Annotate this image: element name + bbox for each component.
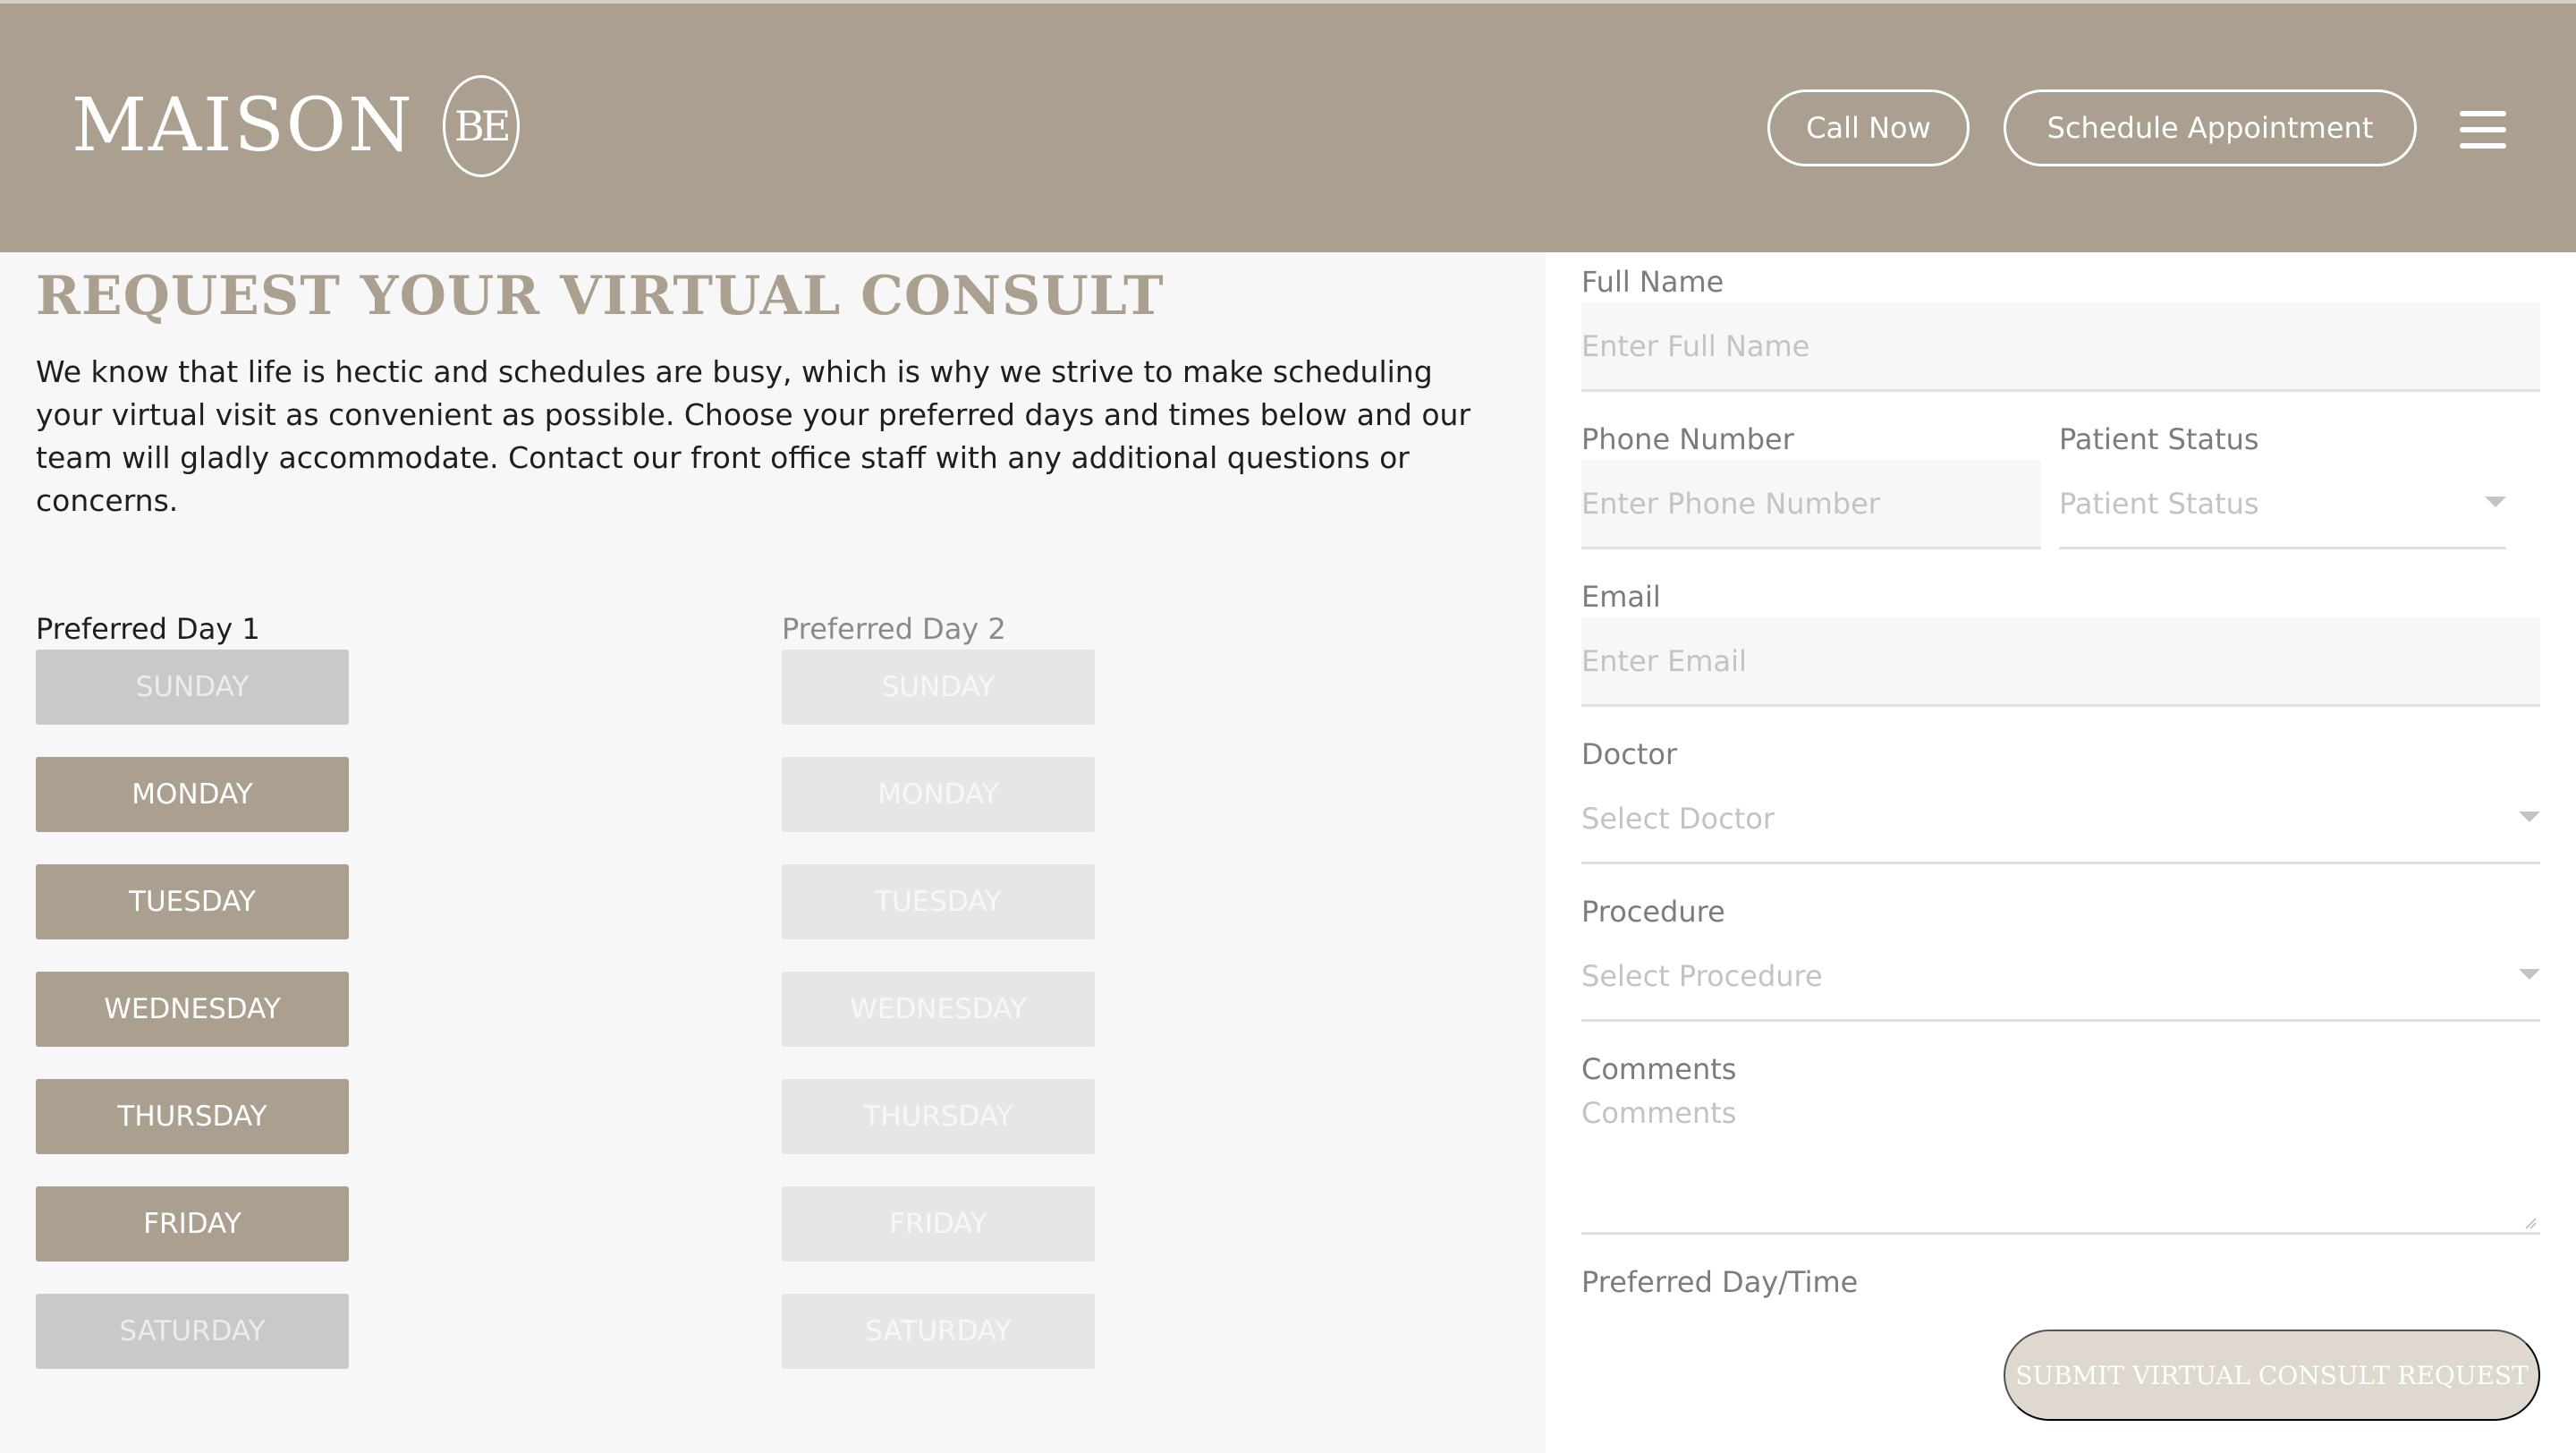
patient-status-placeholder: Patient Status bbox=[2059, 486, 2259, 521]
menu-bar bbox=[2460, 111, 2506, 116]
procedure-label: Procedure bbox=[1581, 895, 1725, 929]
preferred-day-1-group: Preferred Day 1 SUNDAY MONDAY TUESDAY WE… bbox=[36, 608, 349, 1401]
chevron-down-icon bbox=[2519, 968, 2540, 980]
full-name-label: Full Name bbox=[1581, 265, 1724, 299]
day1-saturday-button[interactable]: SATURDAY bbox=[36, 1294, 349, 1369]
preferred-day-time-label: Preferred Day/Time bbox=[1581, 1265, 1859, 1299]
preferred-day-2-label: Preferred Day 2 bbox=[782, 612, 1006, 646]
day2-friday-button[interactable]: FRIDAY bbox=[782, 1186, 1095, 1262]
resize-handle-icon[interactable] bbox=[2524, 1217, 2537, 1229]
procedure-placeholder: Select Procedure bbox=[1581, 958, 1823, 993]
day2-saturday-button[interactable]: SATURDAY bbox=[782, 1294, 1095, 1369]
day2-sunday-button[interactable]: SUNDAY bbox=[782, 650, 1095, 725]
day1-monday-button[interactable]: MONDAY bbox=[36, 757, 349, 832]
phone-number-label: Phone Number bbox=[1581, 422, 1794, 456]
comments-textarea[interactable] bbox=[1581, 1090, 2540, 1235]
preferred-day-2-group: Preferred Day 2 SUNDAY MONDAY TUESDAY WE… bbox=[782, 608, 1095, 1401]
full-name-input[interactable] bbox=[1581, 302, 2540, 392]
submit-consult-request-button[interactable]: SUBMIT VIRTUAL CONSULT REQUEST bbox=[2004, 1330, 2540, 1421]
hamburger-menu-icon[interactable] bbox=[2460, 111, 2506, 149]
chevron-down-icon bbox=[2519, 811, 2540, 822]
day2-tuesday-button[interactable]: TUESDAY bbox=[782, 864, 1095, 939]
day1-thursday-button[interactable]: THURSDAY bbox=[36, 1079, 349, 1154]
patient-status-label: Patient Status bbox=[2059, 422, 2259, 456]
day2-monday-button[interactable]: MONDAY bbox=[782, 757, 1095, 832]
day1-sunday-button[interactable]: SUNDAY bbox=[36, 650, 349, 725]
day2-wednesday-button[interactable]: WEDNESDAY bbox=[782, 972, 1095, 1047]
brand-wordmark: MAISON bbox=[72, 83, 414, 168]
day2-thursday-button[interactable]: THURSDAY bbox=[782, 1079, 1095, 1154]
doctor-select[interactable]: Select Doctor bbox=[1581, 775, 2540, 864]
brand-monogram-seal: BE bbox=[442, 75, 520, 177]
comments-label: Comments bbox=[1581, 1052, 1737, 1086]
day1-wednesday-button[interactable]: WEDNESDAY bbox=[36, 972, 349, 1047]
consult-info-panel: REQUEST YOUR VIRTUAL CONSULT We know tha… bbox=[0, 252, 1546, 1453]
doctor-label: Doctor bbox=[1581, 737, 1678, 771]
menu-bar bbox=[2460, 127, 2506, 132]
procedure-select[interactable]: Select Procedure bbox=[1581, 932, 2540, 1022]
schedule-appointment-button[interactable]: Schedule Appointment bbox=[2004, 89, 2417, 166]
brand-logo[interactable]: MAISON BE bbox=[72, 75, 520, 177]
intro-paragraph: We know that life is hectic and schedule… bbox=[36, 354, 1471, 518]
chevron-down-icon bbox=[2485, 496, 2506, 507]
page-title: REQUEST YOUR VIRTUAL CONSULT bbox=[36, 265, 1165, 327]
menu-bar bbox=[2460, 143, 2506, 149]
call-now-button[interactable]: Call Now bbox=[1767, 89, 1970, 166]
phone-number-input[interactable] bbox=[1581, 460, 2041, 549]
day1-friday-button[interactable]: FRIDAY bbox=[36, 1186, 349, 1262]
preferred-day-1-label: Preferred Day 1 bbox=[36, 612, 260, 646]
day1-tuesday-button[interactable]: TUESDAY bbox=[36, 864, 349, 939]
site-header: MAISON BE Call Now Schedule Appointment bbox=[0, 4, 2576, 252]
email-label: Email bbox=[1581, 580, 1661, 614]
email-input[interactable] bbox=[1581, 617, 2540, 707]
consult-request-form: Full Name Phone Number Patient Status Pa… bbox=[1546, 252, 2576, 1453]
patient-status-select[interactable]: Patient Status bbox=[2059, 460, 2506, 549]
doctor-placeholder: Select Doctor bbox=[1581, 801, 1775, 836]
